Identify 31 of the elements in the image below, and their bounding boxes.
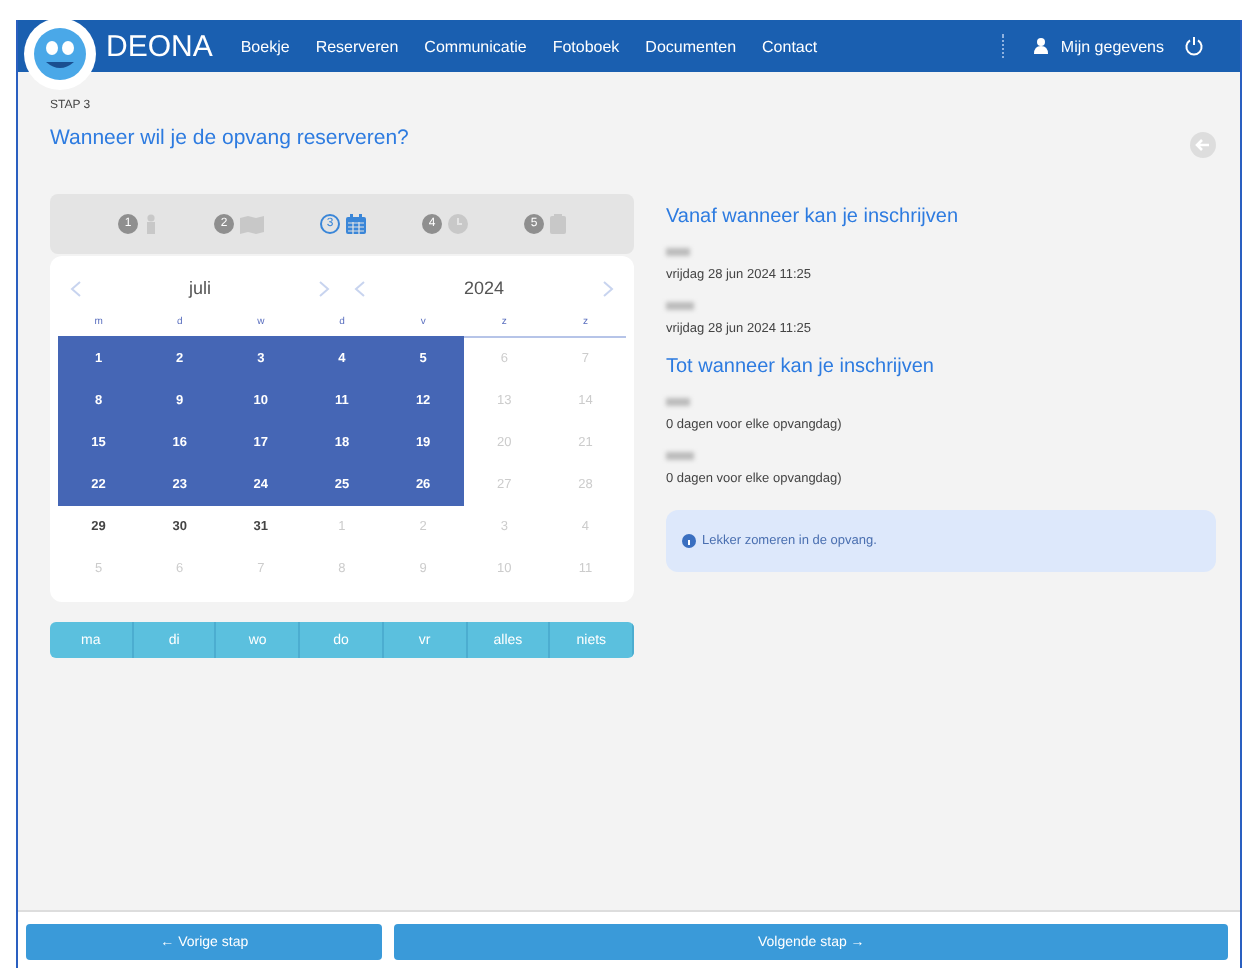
blurred-name-icon bbox=[666, 248, 690, 256]
page-title: Wanneer wil je de opvang reserveren? bbox=[50, 125, 409, 149]
clock-icon bbox=[448, 214, 468, 234]
section-heading: Vanaf wanneer kan je inschrijven bbox=[666, 206, 961, 228]
clipboard-icon bbox=[550, 214, 566, 234]
nav-link[interactable]: Contact bbox=[762, 37, 818, 55]
nav-link[interactable]: Communicatie bbox=[424, 37, 527, 55]
map-icon bbox=[240, 215, 264, 233]
back-icon[interactable] bbox=[1190, 132, 1216, 158]
blurred-name-icon bbox=[666, 302, 694, 310]
month-label: juli bbox=[186, 278, 213, 298]
blurred-name-icon bbox=[666, 398, 690, 406]
user-icon bbox=[1034, 38, 1049, 54]
calendar-icon bbox=[346, 214, 366, 234]
brand-name: DEONA bbox=[106, 29, 213, 63]
nav-link[interactable]: Reserveren bbox=[315, 37, 399, 55]
year-label: 2024 bbox=[461, 278, 507, 298]
account-link[interactable]: Mijn gegevens bbox=[1034, 37, 1164, 55]
person-icon bbox=[144, 214, 158, 234]
power-icon[interactable] bbox=[1184, 36, 1204, 56]
info-icon bbox=[682, 534, 696, 548]
mascot-logo[interactable] bbox=[22, 16, 98, 92]
nav-link[interactable]: Boekje bbox=[240, 37, 290, 55]
next-year-icon[interactable] bbox=[602, 279, 614, 297]
blurred-name-icon bbox=[666, 452, 694, 460]
nav-link[interactable]: Documenten bbox=[645, 37, 737, 55]
previous-month-icon[interactable] bbox=[70, 279, 82, 297]
next-month-icon[interactable] bbox=[318, 279, 330, 297]
previous-year-icon[interactable] bbox=[354, 279, 366, 297]
nav-link[interactable]: Fotoboek bbox=[552, 37, 620, 55]
section-heading: Tot wanneer kan je inschrijven bbox=[666, 356, 936, 378]
